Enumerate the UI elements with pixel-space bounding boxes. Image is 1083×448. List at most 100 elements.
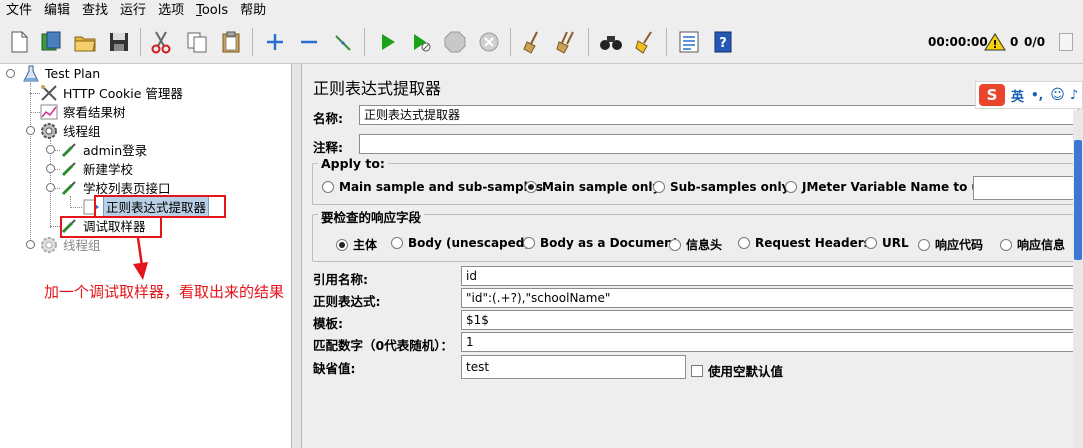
right-scrollbar[interactable] [1073,110,1083,448]
field-body-unescaped-radio[interactable]: Body (unescaped) [391,236,530,250]
stop-sign-icon [444,31,466,53]
plus-icon [267,34,283,50]
ime-language-label: 英 [1011,89,1025,105]
gear-disabled-icon [40,236,58,254]
radio-indicator [322,181,334,193]
regex-input[interactable]: "id":(.+?),"schoolName" [461,288,1079,308]
toolbar-scroll-button[interactable] [1059,33,1073,51]
radio-indicator [918,238,930,251]
expand-button[interactable] [260,27,290,57]
menu-tools[interactable]: Tools [190,0,234,22]
comment-label: 注释: [313,140,343,155]
tree-toggle-new-school[interactable] [46,164,55,173]
radio-indicator [785,181,797,193]
tree-label: 新建学校 [83,162,134,177]
collapse-button[interactable] [294,27,324,57]
copy-button[interactable] [182,27,212,57]
default-value-label: 缺省值: [313,361,356,376]
help-button[interactable]: ? [708,27,738,57]
tree-label: admin登录 [83,143,148,158]
apply-main-only-radio[interactable]: Main sample only [525,180,660,194]
tree-toggle-thread-group-1[interactable] [26,126,35,135]
paste-button[interactable] [216,27,246,57]
cut-button[interactable] [146,27,176,57]
templates-button[interactable] [36,27,66,57]
checkbox-box [691,364,703,377]
apply-sub-only-radio[interactable]: Sub-samples only [653,180,789,194]
warning-icon[interactable]: ! [984,33,1006,51]
toggle-button[interactable] [328,27,358,57]
radio-indicator [669,238,681,251]
search-button[interactable] [596,27,626,57]
tree-toggle-test-plan[interactable] [6,69,15,78]
function-helper-button[interactable] [674,27,704,57]
svg-text:?: ? [719,36,727,51]
apply-jmeter-variable-radio[interactable]: JMeter Variable Name to use [785,180,995,194]
broom-double-icon [556,31,574,54]
tree-node-admin-login[interactable]: admin登录 [60,140,149,159]
comment-input[interactable] [359,134,1079,154]
field-response-code-radio[interactable]: 响应代码 [918,236,983,253]
radio-indicator [391,237,403,249]
clear-all-button[interactable] [552,27,582,57]
stop-button[interactable] [440,27,470,57]
ime-voice-icon: ♪ [1069,87,1079,103]
field-body-document-radio[interactable]: Body as a Document [523,236,678,250]
shutdown-icon [479,32,499,52]
new-button[interactable] [4,27,34,57]
toggle-wand-icon [335,35,351,51]
ime-punctuation-icon: •, [1031,88,1044,102]
field-response-message-radio[interactable]: 响应信息 [1000,236,1065,253]
sogou-logo-icon: S [979,84,1005,106]
menu-help[interactable]: 帮助 [234,0,272,22]
help-book-icon: ? [714,31,732,53]
apply-to-title: Apply to: [318,156,388,171]
open-button[interactable] [70,27,100,57]
pipette-icon [60,141,78,159]
tree-node-thread-group-1[interactable]: 线程组 [40,121,103,140]
panel-splitter[interactable] [292,64,302,448]
match-no-input[interactable]: 1 [461,332,1079,352]
reset-search-button[interactable] [630,27,660,57]
menu-edit[interactable]: 编辑 [38,0,76,22]
save-button[interactable] [104,27,134,57]
tree-node-cookie-manager[interactable]: HTTP Cookie 管理器 [40,83,185,102]
field-request-headers-radio[interactable]: Request Headers [738,236,871,250]
save-disk-icon [110,33,128,51]
scrollbar-thumb[interactable] [1074,140,1082,260]
menu-search[interactable]: 查找 [76,0,114,22]
field-body-radio[interactable]: 主体 [336,236,377,253]
shutdown-button[interactable] [474,27,504,57]
ref-name-input[interactable]: id [461,266,1079,286]
warning-count: 0 [1010,35,1019,49]
template-input[interactable]: $1$ [461,310,1079,330]
folder-open-icon [74,36,96,52]
tree-node-test-plan[interactable]: Test Plan [22,64,102,83]
apply-main-and-sub-radio[interactable]: Main sample and sub-samples [322,180,543,194]
ime-toolbar[interactable]: S 英 •, ☺ ♪ [975,81,1083,109]
default-value-input[interactable]: test [461,355,686,379]
tree-node-results-tree[interactable]: 察看结果树 [40,102,128,121]
clear-button[interactable] [518,27,548,57]
jmeter-variable-input[interactable] [973,176,1079,200]
list-icon [679,31,699,53]
menu-options[interactable]: 选项 [152,0,190,22]
name-label: 名称: [313,111,343,126]
chart-icon [40,103,58,121]
field-url-radio[interactable]: URL [865,236,909,250]
pipette-icon [60,179,78,197]
menu-run[interactable]: 运行 [114,0,152,22]
menu-file[interactable]: 文件 [0,0,38,22]
highlight-box-extractor [94,195,226,218]
match-no-label: 匹配数字（0代表随机）： [313,338,453,353]
tree-toggle-admin-login[interactable] [46,145,55,154]
use-empty-default-checkbox[interactable]: 使用空默认值 [691,361,783,380]
start-no-pause-button[interactable] [406,27,436,57]
play-icon [382,34,395,50]
name-input[interactable]: 正则表达式提取器 [359,105,1079,125]
start-button[interactable] [372,27,402,57]
tree-toggle-school-list[interactable] [46,183,55,192]
tree-node-new-school[interactable]: 新建学校 [60,159,135,178]
tree-toggle-thread-group-2[interactable] [26,240,35,249]
field-headers-radio[interactable]: 信息头 [669,236,722,253]
